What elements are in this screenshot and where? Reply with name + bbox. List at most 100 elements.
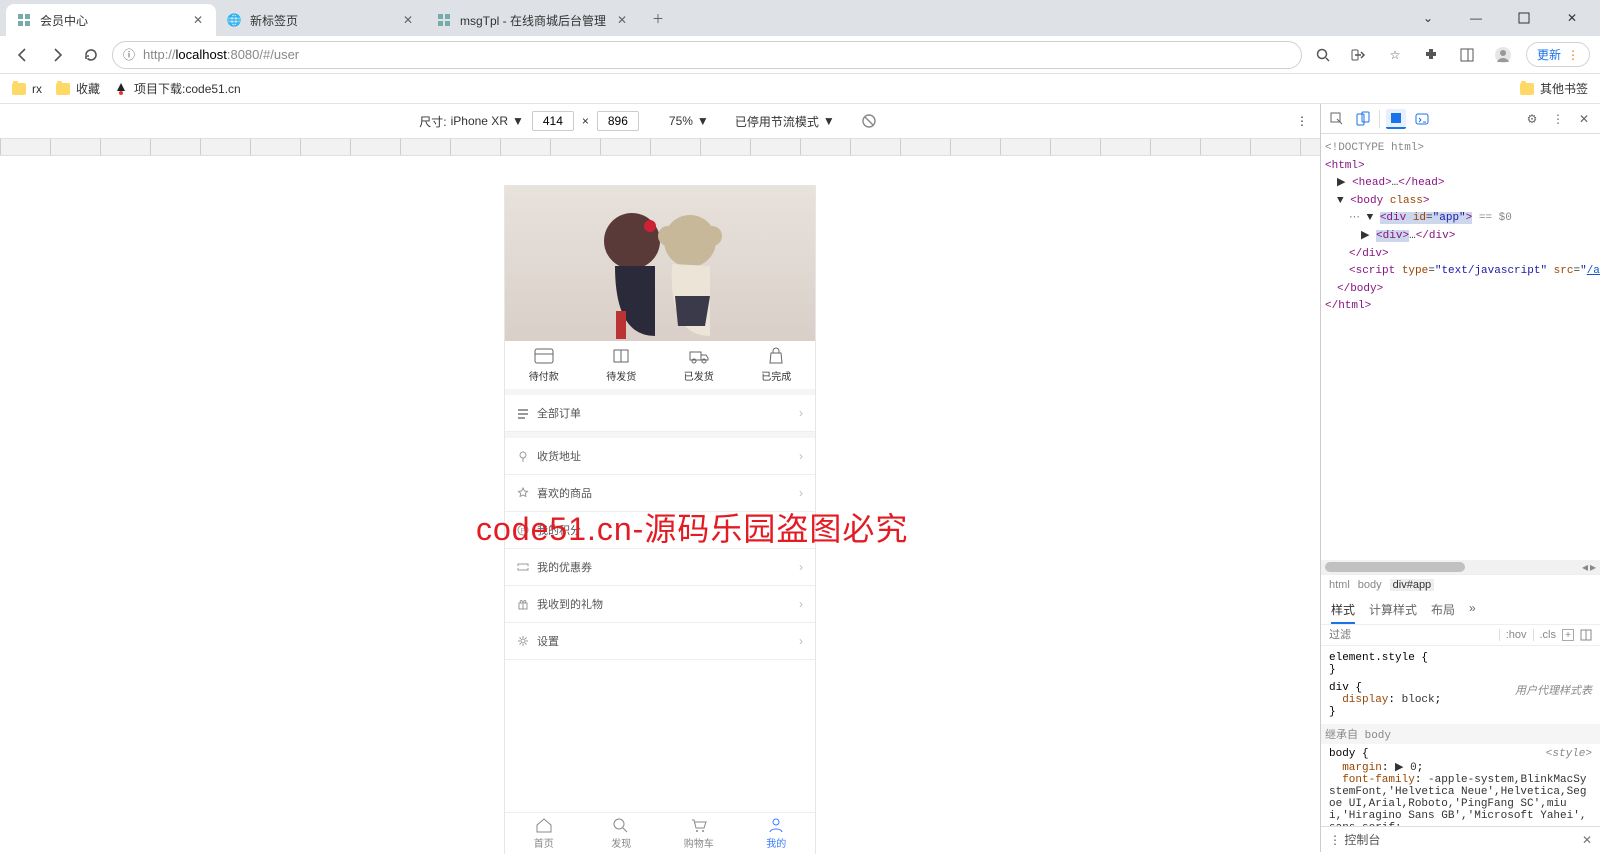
- update-button[interactable]: 更新 ⋮: [1526, 42, 1590, 67]
- times-icon: ×: [582, 114, 589, 128]
- horizontal-ruler: [0, 138, 1320, 156]
- tab-home[interactable]: 首页: [505, 817, 583, 850]
- menu-label: 喜欢的商品: [537, 485, 791, 501]
- new-tab-button[interactable]: ＋: [644, 4, 672, 32]
- inspect-icon[interactable]: [1327, 109, 1347, 129]
- width-input[interactable]: [532, 111, 574, 131]
- star-icon[interactable]: ☆: [1382, 42, 1408, 68]
- tab-new[interactable]: 🌐 新标签页 ✕: [216, 4, 426, 36]
- tab-close-icon[interactable]: ✕: [614, 12, 630, 28]
- close-window-button[interactable]: ✕: [1550, 2, 1594, 34]
- dom-horizontal-scrollbar[interactable]: ◂▸: [1321, 560, 1600, 574]
- status-label: 待付款: [529, 368, 559, 383]
- forward-button[interactable]: [44, 42, 70, 68]
- kebab-icon[interactable]: ⋮: [1548, 109, 1568, 129]
- menu-settings[interactable]: 设置›: [505, 623, 815, 660]
- phone-tabbar: 首页 发现 购物车 我的: [505, 812, 815, 854]
- pin-icon: [517, 450, 529, 462]
- tab-close-icon[interactable]: ✕: [400, 12, 416, 28]
- other-bookmarks[interactable]: 其他书签: [1520, 80, 1588, 97]
- menu-label: 设置: [537, 633, 791, 649]
- styles-filter-input[interactable]: [1329, 629, 1493, 641]
- menu-gifts[interactable]: 我收到的礼物›: [505, 586, 815, 623]
- chevron-right-icon: ›: [799, 486, 803, 500]
- selector-element-style: element.style {: [1329, 652, 1428, 664]
- close-icon[interactable]: ✕: [1582, 833, 1592, 847]
- menu-label: 收货地址: [537, 448, 791, 464]
- kebab-icon: ⋮: [1567, 48, 1579, 62]
- kebab-icon[interactable]: ⋮: [1296, 114, 1308, 128]
- bookmark-code51[interactable]: 项目下载:code51.cn: [114, 80, 241, 97]
- crumb-body[interactable]: body: [1358, 579, 1382, 591]
- tab-close-icon[interactable]: ✕: [190, 12, 206, 28]
- status-completed[interactable]: 已完成: [738, 347, 816, 383]
- tab-member-center[interactable]: 会员中心 ✕: [6, 4, 216, 36]
- address-bar[interactable]: ⓘ http://localhost:8080/#/user: [112, 41, 1302, 69]
- console-tab-icon[interactable]: [1412, 109, 1432, 129]
- chevron-down-icon[interactable]: ⌄: [1406, 2, 1450, 34]
- cls-toggle[interactable]: .cls: [1533, 629, 1557, 641]
- tab-favicon: [436, 12, 452, 28]
- crumb-html[interactable]: html: [1329, 579, 1350, 591]
- bookmark-rx[interactable]: rx: [12, 82, 42, 96]
- rule-source: 用户代理样式表: [1515, 682, 1592, 698]
- device-selector[interactable]: 尺寸: iPhone XR ▼: [419, 113, 524, 130]
- tab-computed[interactable]: 计算样式: [1369, 601, 1417, 618]
- scrollbar-thumb[interactable]: [1325, 562, 1465, 572]
- scroll-left-icon[interactable]: ◂: [1582, 560, 1588, 574]
- dom-tree[interactable]: <!DOCTYPE html> <html> ▶ <head>…</head> …: [1321, 134, 1600, 560]
- computed-toggle-icon[interactable]: [1580, 629, 1592, 641]
- extensions-icon[interactable]: [1418, 42, 1444, 68]
- menu-coupons[interactable]: 我的优惠券›: [505, 549, 815, 586]
- hov-toggle[interactable]: :hov: [1499, 629, 1527, 641]
- throttle-selector[interactable]: 已停用节流模式 ▼: [735, 113, 835, 130]
- tab-msgtpl[interactable]: msgTpl - 在线商城后台管理 ✕: [426, 4, 640, 36]
- breadcrumb[interactable]: html body div#app: [1321, 574, 1600, 595]
- add-rule-icon[interactable]: +: [1562, 629, 1574, 641]
- styles-body[interactable]: element.style { } 用户代理样式表 div { display:…: [1321, 646, 1600, 826]
- reload-button[interactable]: [78, 42, 104, 68]
- zoom-selector[interactable]: 75% ▼: [669, 114, 709, 128]
- status-pending-ship[interactable]: 待发货: [583, 347, 661, 383]
- more-tabs-icon[interactable]: »: [1469, 601, 1476, 618]
- minimize-button[interactable]: —: [1454, 2, 1498, 34]
- crumb-div-app[interactable]: div#app: [1390, 579, 1435, 591]
- share-icon[interactable]: [1346, 42, 1372, 68]
- bookmark-favorites[interactable]: 收藏: [56, 80, 100, 97]
- rotate-icon[interactable]: [861, 113, 877, 129]
- throttle-label: 已停用节流模式: [735, 113, 819, 130]
- wallet-icon: [533, 347, 555, 365]
- globe-icon: 🌐: [226, 12, 242, 28]
- menu-shipping-address[interactable]: 收货地址›: [505, 438, 815, 475]
- status-pending-payment[interactable]: 待付款: [505, 347, 583, 383]
- tab-cart[interactable]: 购物车: [660, 817, 738, 850]
- folder-icon: [1520, 83, 1534, 95]
- height-input[interactable]: [597, 111, 639, 131]
- sidepanel-icon[interactable]: [1454, 42, 1480, 68]
- search-icon[interactable]: [1310, 42, 1336, 68]
- tab-discover[interactable]: 发现: [583, 817, 661, 850]
- status-label: 已完成: [761, 368, 791, 383]
- tab-label: 发现: [611, 835, 631, 850]
- bookmark-label: 收藏: [76, 80, 100, 97]
- elements-tab-icon[interactable]: [1386, 109, 1406, 129]
- tab-title: msgTpl - 在线商城后台管理: [460, 12, 606, 29]
- console-drawer[interactable]: ⋮ 控制台 ✕: [1321, 826, 1600, 852]
- info-icon[interactable]: ⓘ: [123, 46, 135, 63]
- status-shipped[interactable]: 已发货: [660, 347, 738, 383]
- status-label: 待发货: [606, 368, 636, 383]
- tab-styles[interactable]: 样式: [1331, 601, 1355, 624]
- box-icon: [610, 347, 632, 365]
- tab-mine[interactable]: 我的: [738, 817, 816, 850]
- chevron-right-icon: ›: [799, 597, 803, 611]
- device-toggle-icon[interactable]: [1353, 109, 1373, 129]
- menu-all-orders[interactable]: 全部订单 ›: [505, 395, 815, 432]
- close-icon[interactable]: ✕: [1574, 109, 1594, 129]
- gear-icon[interactable]: ⚙: [1522, 109, 1542, 129]
- maximize-button[interactable]: [1502, 2, 1546, 34]
- profile-icon[interactable]: [1490, 42, 1516, 68]
- scroll-right-icon[interactable]: ▸: [1590, 560, 1596, 574]
- tab-layout[interactable]: 布局: [1431, 601, 1455, 618]
- kebab-icon[interactable]: ⋮: [1329, 833, 1341, 847]
- back-button[interactable]: [10, 42, 36, 68]
